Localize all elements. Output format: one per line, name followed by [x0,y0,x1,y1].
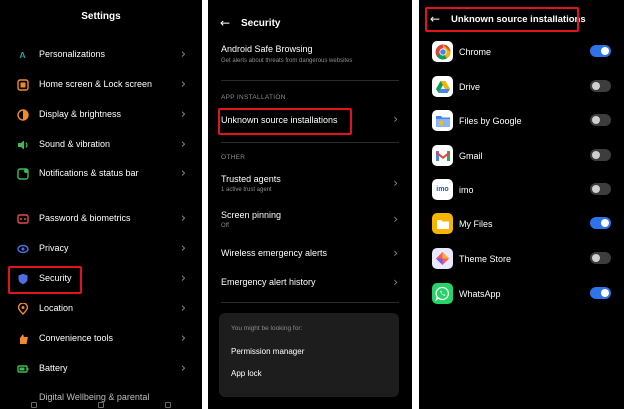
unknown-sources-highlight-box [218,108,352,135]
settings-item-notifications[interactable]: Notifications & status bar › [0,161,202,187]
settings-screen: Settings ᴀ Personalizations › Home scree… [0,0,202,409]
other-header: OTHER [221,154,246,161]
display-icon [16,108,29,121]
suggestions-header: You might be looking for: [231,325,303,332]
app-row-whatsapp[interactable]: WhatsApp [419,281,624,307]
suggestions-card: You might be looking for: Permission man… [219,313,399,397]
settings-item-convenience[interactable]: Convenience tools › [0,326,202,352]
security-highlight-box [8,266,82,294]
settings-item-display[interactable]: Display & brightness › [0,102,202,128]
location-icon [16,302,29,315]
wireless-alerts-item[interactable]: Wireless emergency alerts › [208,242,412,266]
trusted-agents-item[interactable]: Trusted agents 1 active trust agent › [208,168,412,198]
app-row-theme-store[interactable]: Theme Store [419,246,624,272]
settings-item-password[interactable]: Password & biometrics › [0,206,202,232]
whatsapp-toggle[interactable] [590,287,611,299]
chevron-right-icon: › [393,275,398,289]
chevron-right-icon: › [180,137,186,152]
my-files-toggle[interactable] [590,217,611,229]
chevron-right-icon: › [393,246,398,260]
theme-store-toggle[interactable] [590,252,611,264]
app-row-imo[interactable]: imo imo [419,177,624,203]
theme-store-icon [432,248,453,269]
chevron-right-icon: › [180,166,186,181]
chrome-icon [432,41,453,62]
settings-title: Settings [81,11,121,22]
settings-item-personalizations[interactable]: ᴀ Personalizations › [0,42,202,68]
chevron-right-icon: › [180,241,186,256]
screen-pinning-item[interactable]: Screen pinning Off › [208,204,412,234]
sound-icon [16,138,29,151]
settings-item-location[interactable]: Location › [0,296,202,322]
battery-icon [16,362,29,375]
personalization-icon: ᴀ [19,48,26,61]
chevron-right-icon: › [180,331,186,346]
app-lock-link[interactable]: App lock [231,369,262,378]
app-row-drive[interactable]: Drive [419,74,624,100]
app-row-chrome[interactable]: Chrome [419,39,624,65]
settings-item-battery[interactable]: Battery › [0,356,202,382]
chevron-right-icon: › [393,212,398,226]
chevron-right-icon: › [180,77,186,92]
app-row-files-by-google[interactable]: Files by Google [419,108,624,134]
home-screen-icon [16,78,29,91]
divider [221,142,399,143]
back-arrow-icon[interactable]: ← [220,17,230,29]
chrome-toggle[interactable] [590,45,611,57]
chevron-right-icon: › [180,107,186,122]
my-files-icon [432,213,453,234]
settings-item-digital-wellbeing[interactable]: Digital Wellbeing & parental [39,392,149,402]
chevron-right-icon: › [180,211,186,226]
whatsapp-icon [432,283,453,304]
privacy-icon [16,242,29,255]
gmail-toggle[interactable] [590,149,611,161]
drive-icon [432,76,453,97]
chevron-right-icon: › [393,176,398,190]
settings-item-sound[interactable]: Sound & vibration › [0,132,202,158]
app-installation-header: APP INSTALLATION [221,94,286,101]
files-icon [432,110,453,131]
chevron-right-icon: › [180,361,186,376]
chevron-right-icon: › [393,112,398,126]
chevron-right-icon: › [180,301,186,316]
app-row-gmail[interactable]: Gmail [419,143,624,169]
security-title: Security [241,18,281,29]
gmail-icon [432,145,453,166]
divider [221,80,399,81]
settings-item-privacy[interactable]: Privacy › [0,236,202,262]
convenience-icon [16,332,29,345]
permission-manager-link[interactable]: Permission manager [231,347,304,356]
unknown-sources-screen: ← Unknown source installations Chrome Dr… [419,0,624,409]
app-row-my-files[interactable]: My Files [419,211,624,237]
divider [221,302,399,303]
chevron-right-icon: › [180,47,186,62]
imo-toggle[interactable] [590,183,611,195]
system-nav-bar [0,402,202,409]
security-screen: ← Security Android Safe Browsing Get ale… [208,0,412,409]
drive-toggle[interactable] [590,80,611,92]
alert-history-item[interactable]: Emergency alert history › [208,271,412,295]
safe-browsing-item[interactable]: Android Safe Browsing Get alerts about t… [208,40,412,72]
chevron-right-icon: › [180,271,186,286]
files-toggle[interactable] [590,114,611,126]
password-icon [16,212,29,225]
notification-icon [16,167,29,180]
imo-icon: imo [432,179,453,200]
title-highlight-box [425,7,579,32]
settings-item-home-screen[interactable]: Home screen & Lock screen › [0,72,202,98]
